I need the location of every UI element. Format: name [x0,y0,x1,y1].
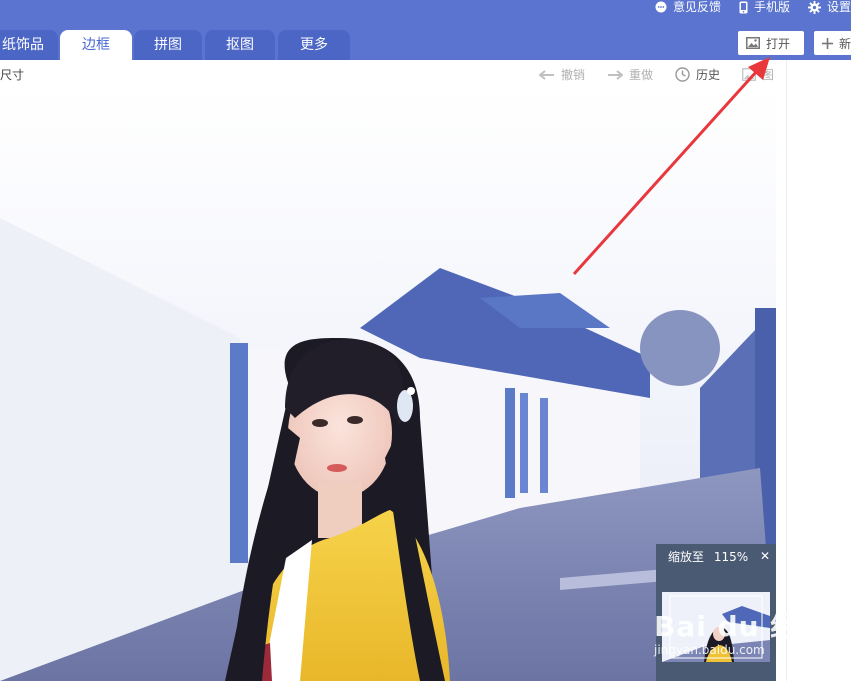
tab-frame[interactable]: 边框 [60,30,132,60]
chat-bubble-icon [655,1,667,13]
tab-label: 纸饰品 [2,37,44,53]
compare-label: 图 [761,68,774,82]
zoom-readout: 缩放至 115% [668,548,748,565]
open-button-label: 打开 [766,36,791,51]
tab-label: 边框 [82,37,110,53]
arrow-right-icon [607,69,623,80]
watermark-url: jingyan.baidu.com [654,643,765,657]
edit-toolbar: 尺寸 撤销 重做 历史 图 [0,60,786,88]
history-tools: 撤销 重做 历史 图 [517,66,774,83]
zoom-header: 缩放至 115% ✕ [656,544,776,568]
clock-icon [675,67,690,82]
tab-cutout[interactable]: 抠图 [205,30,275,60]
top-links: 意见反馈 手机版 设置 [655,0,851,14]
watermark-brand: Bai du 经验 [654,610,829,643]
right-side-panel [786,60,851,681]
new-button[interactable]: 新 [814,31,851,55]
zoom-label: 缩放至 [668,549,705,564]
redo-button[interactable]: 重做 [607,66,653,83]
header-bar: 意见反馈 手机版 设置 纸饰品 边框 拼图 抠图 更多 打开 新 [0,0,851,60]
undo-label: 撤销 [560,68,585,82]
zoom-value: 115% [713,549,749,564]
tab-label: 更多 [300,37,328,53]
feedback-link[interactable]: 意见反馈 [655,1,721,13]
image-icon [741,68,756,81]
tab-stickers[interactable]: 纸饰品 [0,30,58,60]
new-button-label: 新 [839,36,851,51]
arrow-left-icon [538,69,554,80]
tab-collage[interactable]: 拼图 [134,30,202,60]
baidu-jingyan-watermark: Bai du 经验 jingyan.baidu.com [654,605,828,657]
image-icon [746,37,760,49]
history-button[interactable]: 历史 [675,66,720,83]
settings-label: 设置 [826,0,851,14]
phone-icon [739,1,748,13]
mobile-label: 手机版 [753,0,790,14]
compare-button[interactable]: 图 [741,66,774,83]
size-label: 尺寸 [0,68,25,82]
settings-link[interactable]: 设置 [807,0,851,14]
feedback-label: 意见反馈 [672,0,721,14]
mobile-link[interactable]: 手机版 [739,1,790,14]
undo-button[interactable]: 撤销 [538,66,585,83]
history-label: 历史 [695,68,720,82]
close-icon[interactable]: ✕ [760,549,770,563]
tab-label: 拼图 [154,37,182,53]
tab-more[interactable]: 更多 [278,30,350,60]
plus-icon [822,37,833,49]
redo-label: 重做 [628,68,653,82]
tab-label: 抠图 [226,37,254,53]
gear-icon [807,0,821,14]
open-button[interactable]: 打开 [738,31,804,55]
